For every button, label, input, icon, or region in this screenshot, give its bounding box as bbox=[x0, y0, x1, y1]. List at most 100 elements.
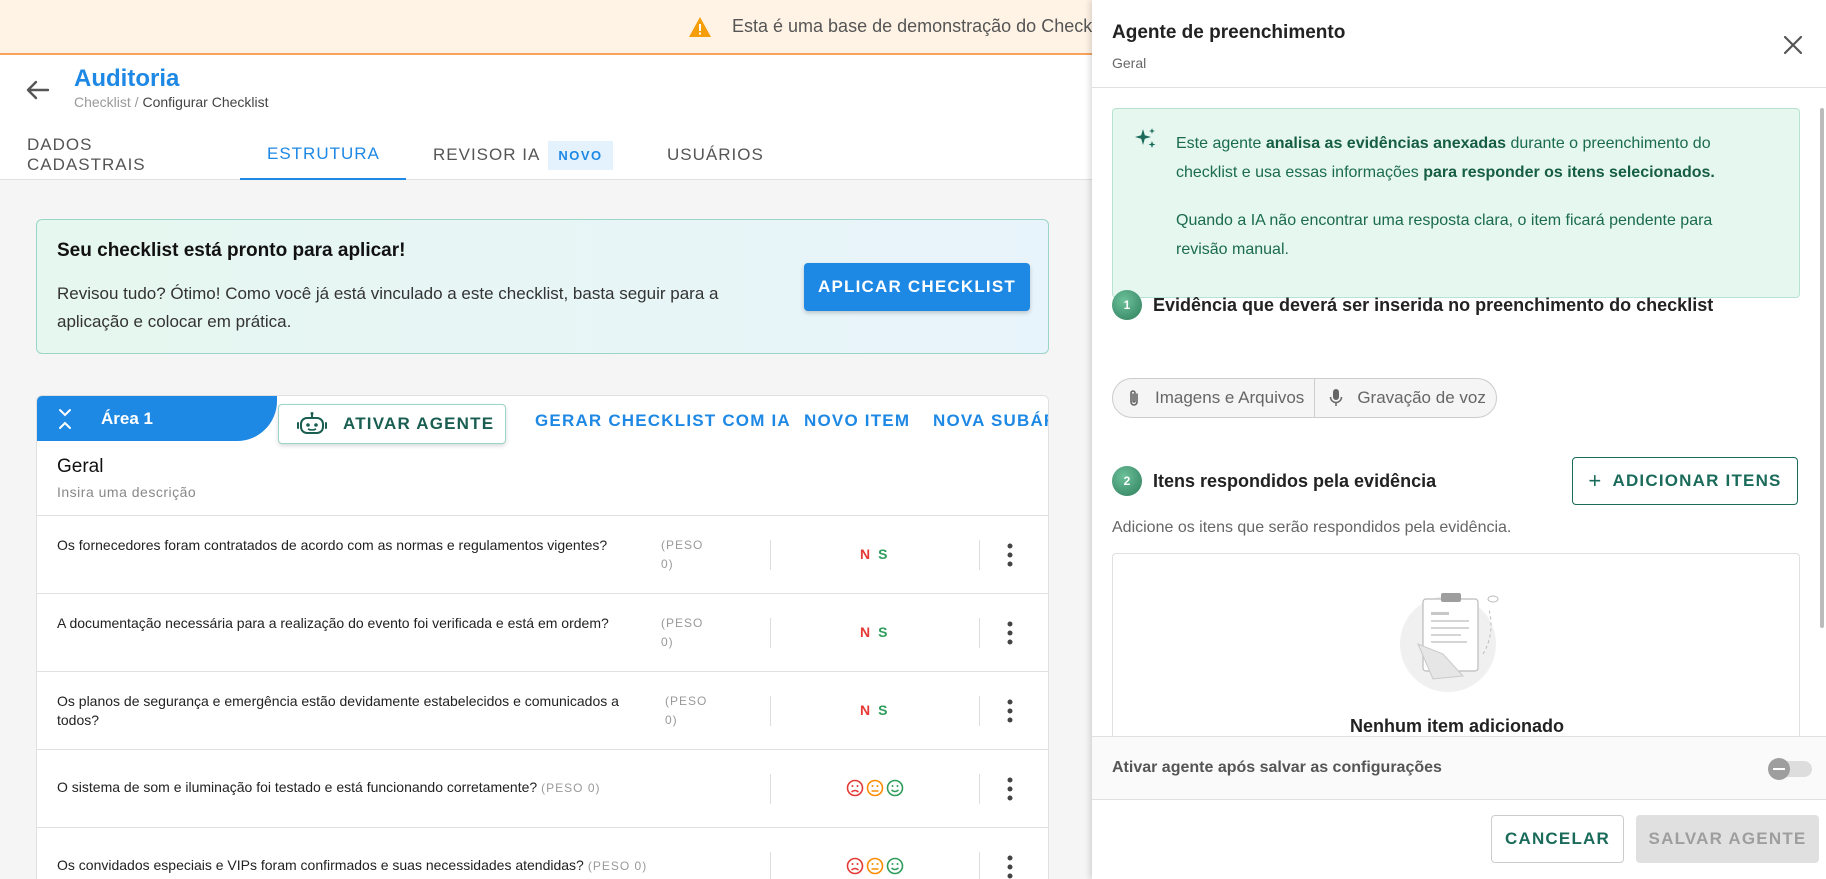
item-weight: (PESO 0) bbox=[541, 781, 601, 795]
item-weight: (PESO 0) bbox=[661, 616, 704, 649]
plus-icon: + bbox=[1588, 468, 1603, 493]
microphone-icon bbox=[1330, 389, 1343, 406]
no-option: N bbox=[860, 546, 871, 562]
tab-label: ESTRUTURA bbox=[267, 144, 380, 163]
divider bbox=[770, 774, 771, 804]
item-question: A documentação necessária para a realiza… bbox=[57, 615, 609, 631]
add-items-hint: Adicione os itens que serão respondidos … bbox=[1112, 519, 1512, 536]
checklist-item-row[interactable]: A documentação necessária para a realiza… bbox=[37, 593, 1048, 671]
area-tab[interactable]: Área 1 bbox=[37, 396, 277, 441]
breadcrumb-current: Configurar Checklist bbox=[142, 94, 269, 110]
evidence-option-files[interactable]: Imagens e Arquivos bbox=[1113, 379, 1314, 417]
activate-agent-button[interactable]: ATIVAR AGENTE bbox=[278, 404, 506, 444]
save-agent-button[interactable]: SALVAR AGENTE bbox=[1636, 815, 1819, 863]
happy-face-icon bbox=[886, 779, 904, 797]
collapse-icon[interactable] bbox=[57, 408, 73, 430]
breadcrumb: Checklist / Configurar Checklist bbox=[74, 94, 269, 110]
generate-checklist-ai-link[interactable]: GERAR CHECKLIST COM IA bbox=[535, 411, 791, 431]
divider bbox=[979, 774, 980, 804]
page-header: Auditoria Checklist / Configurar Checkli… bbox=[0, 55, 1092, 180]
divider bbox=[979, 852, 980, 879]
info-text-part: Este agente bbox=[1176, 135, 1266, 152]
new-item-link[interactable]: NOVO ITEM bbox=[804, 411, 910, 431]
agent-info-note: Quando a IA não encontrar uma resposta c… bbox=[1176, 212, 1713, 258]
drawer-subtitle: Geral bbox=[1112, 55, 1147, 71]
tab-bar: DADOS CADASTRAIS ESTRUTURA REVISOR IA NOV… bbox=[0, 130, 791, 180]
step-evidence: 1 Evidência que deverá ser inserida no p… bbox=[1112, 290, 1713, 320]
tab-label: DADOS CADASTRAIS bbox=[27, 135, 146, 174]
tab-estrutura[interactable]: ESTRUTURA bbox=[240, 130, 406, 180]
divider bbox=[770, 696, 771, 726]
more-options-icon[interactable] bbox=[1005, 696, 1015, 726]
more-options-icon[interactable] bbox=[1005, 774, 1015, 804]
checklist-item-row[interactable]: Os planos de segurança e emergência estã… bbox=[37, 671, 1048, 749]
activate-after-save-label: Ativar agente após salvar as configuraçõ… bbox=[1112, 759, 1442, 776]
more-options-icon[interactable] bbox=[1005, 618, 1015, 648]
tab-usuarios[interactable]: USUÁRIOS bbox=[640, 130, 791, 180]
add-items-label: ADICIONAR ITENS bbox=[1612, 471, 1782, 490]
item-weight: (PESO 0) bbox=[661, 538, 704, 571]
checklist-item-row[interactable]: Os fornecedores foram contratados de aco… bbox=[37, 515, 1048, 593]
tab-label: USUÁRIOS bbox=[667, 145, 764, 164]
yes-no-options: NS bbox=[860, 546, 887, 562]
agent-info-card: Este agente analisa as evidências anexad… bbox=[1112, 108, 1800, 298]
back-arrow-icon[interactable] bbox=[22, 75, 52, 105]
item-weight: (PESO 0) bbox=[665, 694, 708, 727]
banner-text: Esta é uma base de demonstração do Check… bbox=[732, 16, 1097, 36]
tab-revisor-ia[interactable]: REVISOR IA NOVO bbox=[406, 130, 640, 180]
yes-no-options: NS bbox=[860, 624, 887, 640]
checklist-item-row[interactable]: Os convidados especiais e VIPs foram con… bbox=[37, 827, 1048, 879]
step-number: 1 bbox=[1112, 290, 1142, 320]
item-question-text: Os convidados especiais e VIPs foram con… bbox=[57, 857, 584, 873]
item-question: Os planos de segurança e emergência estã… bbox=[57, 693, 619, 728]
sad-face-icon bbox=[846, 857, 864, 875]
divider bbox=[770, 540, 771, 570]
tab-dados-cadastrais[interactable]: DADOS CADASTRAIS bbox=[0, 130, 240, 180]
drawer-header: Agente de preenchimento Geral bbox=[1092, 0, 1826, 88]
neutral-face-icon bbox=[866, 857, 884, 875]
add-items-button[interactable]: + ADICIONAR ITENS bbox=[1572, 457, 1798, 505]
more-options-icon[interactable] bbox=[1005, 540, 1015, 570]
evidence-option-label: Imagens e Arquivos bbox=[1155, 388, 1305, 407]
face-scale-options bbox=[846, 779, 904, 797]
item-question: Os convidados especiais e VIPs foram con… bbox=[57, 856, 757, 876]
section-title[interactable]: Geral bbox=[57, 456, 103, 478]
face-scale-options bbox=[846, 857, 904, 875]
checklist-item-row[interactable]: O sistema de som e iluminação foi testad… bbox=[37, 749, 1048, 827]
section-description[interactable]: Insira uma descrição bbox=[57, 484, 196, 500]
breadcrumb-parent[interactable]: Checklist bbox=[74, 94, 131, 110]
items-empty-state: Nenhum item adicionado bbox=[1112, 553, 1800, 736]
toggle-knob bbox=[1768, 758, 1790, 780]
info-text-emphasis: para responder os itens selecionados. bbox=[1423, 164, 1715, 181]
cancel-button[interactable]: CANCELAR bbox=[1491, 815, 1624, 863]
divider bbox=[979, 696, 980, 726]
drawer-body[interactable]: Este agente analisa as evidências anexad… bbox=[1092, 88, 1826, 736]
item-question: O sistema de som e iluminação foi testad… bbox=[57, 778, 657, 798]
agent-info-text: Este agente analisa as evidências anexad… bbox=[1176, 129, 1766, 187]
new-subarea-link[interactable]: NOVA SUBÁREA bbox=[933, 411, 1048, 431]
new-badge: NOVO bbox=[548, 140, 613, 170]
yes-option: S bbox=[878, 702, 888, 718]
yes-option: S bbox=[878, 624, 888, 640]
evidence-option-label: Gravação de voz bbox=[1357, 388, 1486, 407]
yes-no-options: NS bbox=[860, 702, 887, 718]
scrollbar-thumb[interactable] bbox=[1820, 108, 1824, 628]
more-options-icon[interactable] bbox=[1005, 852, 1015, 879]
close-icon[interactable] bbox=[1782, 34, 1804, 56]
ready-card-text: Revisou tudo? Ótimo! Como você já está v… bbox=[57, 284, 719, 331]
evidence-type-selector: Imagens e Arquivos Gravação de voz bbox=[1112, 378, 1497, 418]
drawer-footer: CANCELAR SALVAR AGENTE bbox=[1092, 800, 1826, 879]
item-question: Os fornecedores foram contratados de aco… bbox=[57, 537, 608, 553]
area-panel: Área 1 ATIVAR AGENTE GERAR CHECKLIST COM… bbox=[36, 395, 1049, 879]
no-option: N bbox=[860, 702, 871, 718]
step-items: 2 Itens respondidos pela evidência bbox=[1112, 466, 1436, 496]
sparkle-icon bbox=[1135, 128, 1156, 148]
apply-checklist-button[interactable]: APLICAR CHECKLIST bbox=[804, 263, 1030, 311]
warning-icon bbox=[689, 16, 711, 37]
robot-icon bbox=[297, 412, 327, 434]
agent-drawer: Agente de preenchimento Geral Este agent… bbox=[1092, 0, 1826, 879]
divider bbox=[979, 618, 980, 648]
activate-after-save-toggle[interactable] bbox=[1768, 758, 1812, 780]
evidence-option-voice[interactable]: Gravação de voz bbox=[1314, 379, 1496, 417]
ready-card: Seu checklist está pronto para aplicar! … bbox=[36, 219, 1049, 354]
